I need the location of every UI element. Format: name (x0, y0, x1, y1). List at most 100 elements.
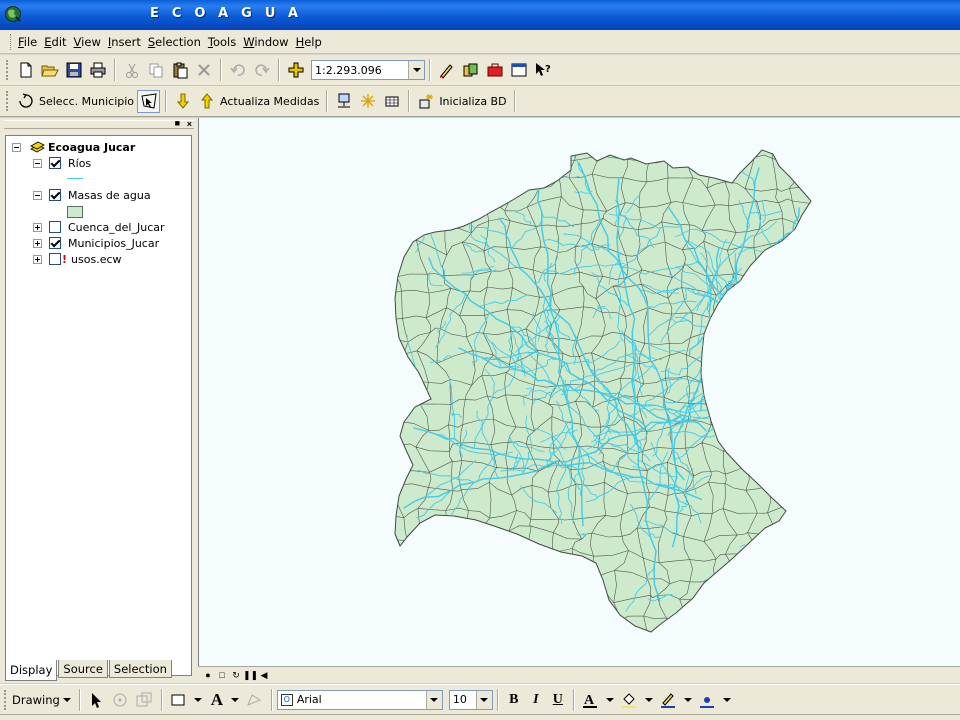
menu-window[interactable]: Window (240, 35, 291, 49)
toolbar-grip[interactable] (6, 60, 10, 80)
expand-icon[interactable] (33, 238, 42, 248)
paste-button[interactable] (168, 59, 191, 82)
whats-this-button[interactable]: ? (531, 59, 554, 82)
menu-help[interactable]: Help (293, 35, 325, 49)
river-segment (740, 599, 767, 612)
spark-tool-button[interactable] (356, 90, 379, 113)
drawing-menu-button[interactable]: Drawing (12, 693, 60, 707)
arctoolbox-button[interactable] (483, 59, 506, 82)
close-icon[interactable]: × (187, 119, 192, 129)
chevron-down-icon[interactable] (408, 61, 424, 79)
editor-toolbar-button[interactable] (435, 59, 458, 82)
horizontal-scrollbar[interactable] (271, 667, 960, 683)
select-elements-tool[interactable] (85, 688, 108, 711)
collapse-icon[interactable] (33, 158, 42, 168)
network-tool-button[interactable] (332, 90, 355, 113)
chevron-down-icon[interactable] (722, 697, 731, 702)
arccatalog-button[interactable] (459, 59, 482, 82)
line-color-button[interactable] (657, 688, 680, 711)
undo-button[interactable] (226, 59, 249, 82)
map-scale-combo[interactable]: 1:2.293.096 (311, 60, 425, 80)
chevron-down-icon[interactable] (605, 697, 614, 702)
command-line-button[interactable] (507, 59, 530, 82)
new-document-button[interactable] (14, 59, 37, 82)
menu-file[interactable]: File (15, 35, 40, 49)
print-button[interactable] (86, 59, 109, 82)
layer-row-rios[interactable]: Ríos (33, 155, 91, 171)
chevron-down-icon[interactable] (683, 697, 692, 702)
move-down-button[interactable] (171, 90, 194, 113)
data-view-icon[interactable]: ● (201, 670, 215, 680)
fill-color-button[interactable] (618, 688, 641, 711)
chevron-down-icon[interactable] (475, 690, 492, 709)
font-size-combo[interactable]: 10 (448, 689, 493, 710)
layout-view-icon[interactable]: □ (215, 670, 229, 680)
layer-visibility-checkbox[interactable] (49, 157, 61, 169)
layer-visibility-checkbox[interactable] (49, 189, 61, 201)
bold-button[interactable]: B (503, 692, 525, 708)
river-segment (699, 354, 732, 363)
printer-icon (90, 62, 105, 78)
open-button[interactable] (38, 59, 61, 82)
copy-button[interactable] (144, 59, 167, 82)
redo-button[interactable] (250, 59, 273, 82)
cut-button[interactable] (120, 59, 143, 82)
menu-view[interactable]: View (71, 35, 104, 49)
chevron-down-icon[interactable] (644, 697, 653, 702)
add-data-button[interactable] (284, 59, 307, 82)
edit-vertices-tool[interactable] (243, 688, 266, 711)
jucar-basin-map[interactable] (199, 118, 960, 666)
zoom-to-selected-tool[interactable] (133, 688, 156, 711)
expand-icon[interactable] (33, 222, 42, 232)
pause-drawing-icon[interactable]: ❚❚ (243, 670, 258, 681)
expand-icon[interactable] (33, 254, 42, 264)
layer-row-cuenca-del-jucar[interactable]: Cuenca_del_Jucar (33, 219, 165, 235)
font-name-combo[interactable]: O Arial (276, 689, 443, 710)
table-grid-icon (385, 96, 399, 107)
toolbar-grip[interactable] (6, 91, 10, 111)
menubar-grip[interactable] (10, 33, 13, 50)
underline-button[interactable]: U (547, 692, 569, 708)
delete-button[interactable] (192, 59, 215, 82)
actualiza-medidas-button[interactable]: Actualiza Medidas (195, 90, 322, 113)
inicializa-bd-button[interactable]: Inicializa BD (414, 90, 509, 113)
chevron-down-icon[interactable] (230, 697, 239, 702)
refresh-icon[interactable]: ↻ (229, 670, 243, 681)
save-button[interactable] (62, 59, 85, 82)
rectangle-tool[interactable] (167, 688, 190, 711)
collapse-icon[interactable] (12, 142, 21, 152)
layer-visibility-checkbox[interactable] (49, 237, 61, 249)
italic-button[interactable]: I (525, 692, 547, 708)
tab-source[interactable]: Source (58, 660, 108, 678)
tab-selection[interactable]: Selection (108, 660, 172, 678)
scroll-left-icon[interactable]: ◀ (257, 670, 271, 681)
text-tool[interactable]: A (206, 690, 228, 710)
rotate-tool[interactable] (109, 688, 132, 711)
chevron-down-icon[interactable] (62, 697, 71, 702)
layer-row-masas-de-agua[interactable]: Masas de agua (33, 187, 151, 203)
pin-icon[interactable]: ■ (175, 118, 180, 128)
layer-row-usos-ecw[interactable]: ! usos.ecw (33, 251, 122, 267)
layer-row-municipios-jucar[interactable]: Municipios_Jucar (33, 235, 159, 251)
menu-edit[interactable]: Edit (41, 35, 69, 49)
select-municipio-button[interactable]: Selecc. Municipio (14, 90, 137, 113)
select-features-tool[interactable] (137, 89, 161, 113)
menu-selection[interactable]: Selection (145, 35, 204, 49)
chevron-down-icon[interactable] (193, 697, 202, 702)
layer-name: usos.ecw (71, 252, 122, 266)
layer-visibility-checkbox[interactable] (49, 253, 61, 265)
tab-display[interactable]: Display (5, 660, 58, 681)
menu-insert[interactable]: Insert (105, 35, 144, 49)
toolbar-grip[interactable] (4, 689, 8, 710)
refresh-select-icon (19, 93, 33, 108)
dataframe-row[interactable]: Ecoagua Jucar (12, 139, 135, 155)
table-tool-button[interactable] (380, 90, 403, 113)
toolbar-separator (513, 90, 516, 112)
font-color-button[interactable]: A (579, 688, 602, 711)
map-view[interactable] (198, 118, 960, 666)
marker-color-button[interactable] (696, 688, 719, 711)
chevron-down-icon[interactable] (425, 690, 442, 709)
menu-tools[interactable]: Tools (205, 35, 239, 49)
collapse-icon[interactable] (33, 190, 42, 200)
layer-visibility-checkbox[interactable] (49, 221, 61, 233)
